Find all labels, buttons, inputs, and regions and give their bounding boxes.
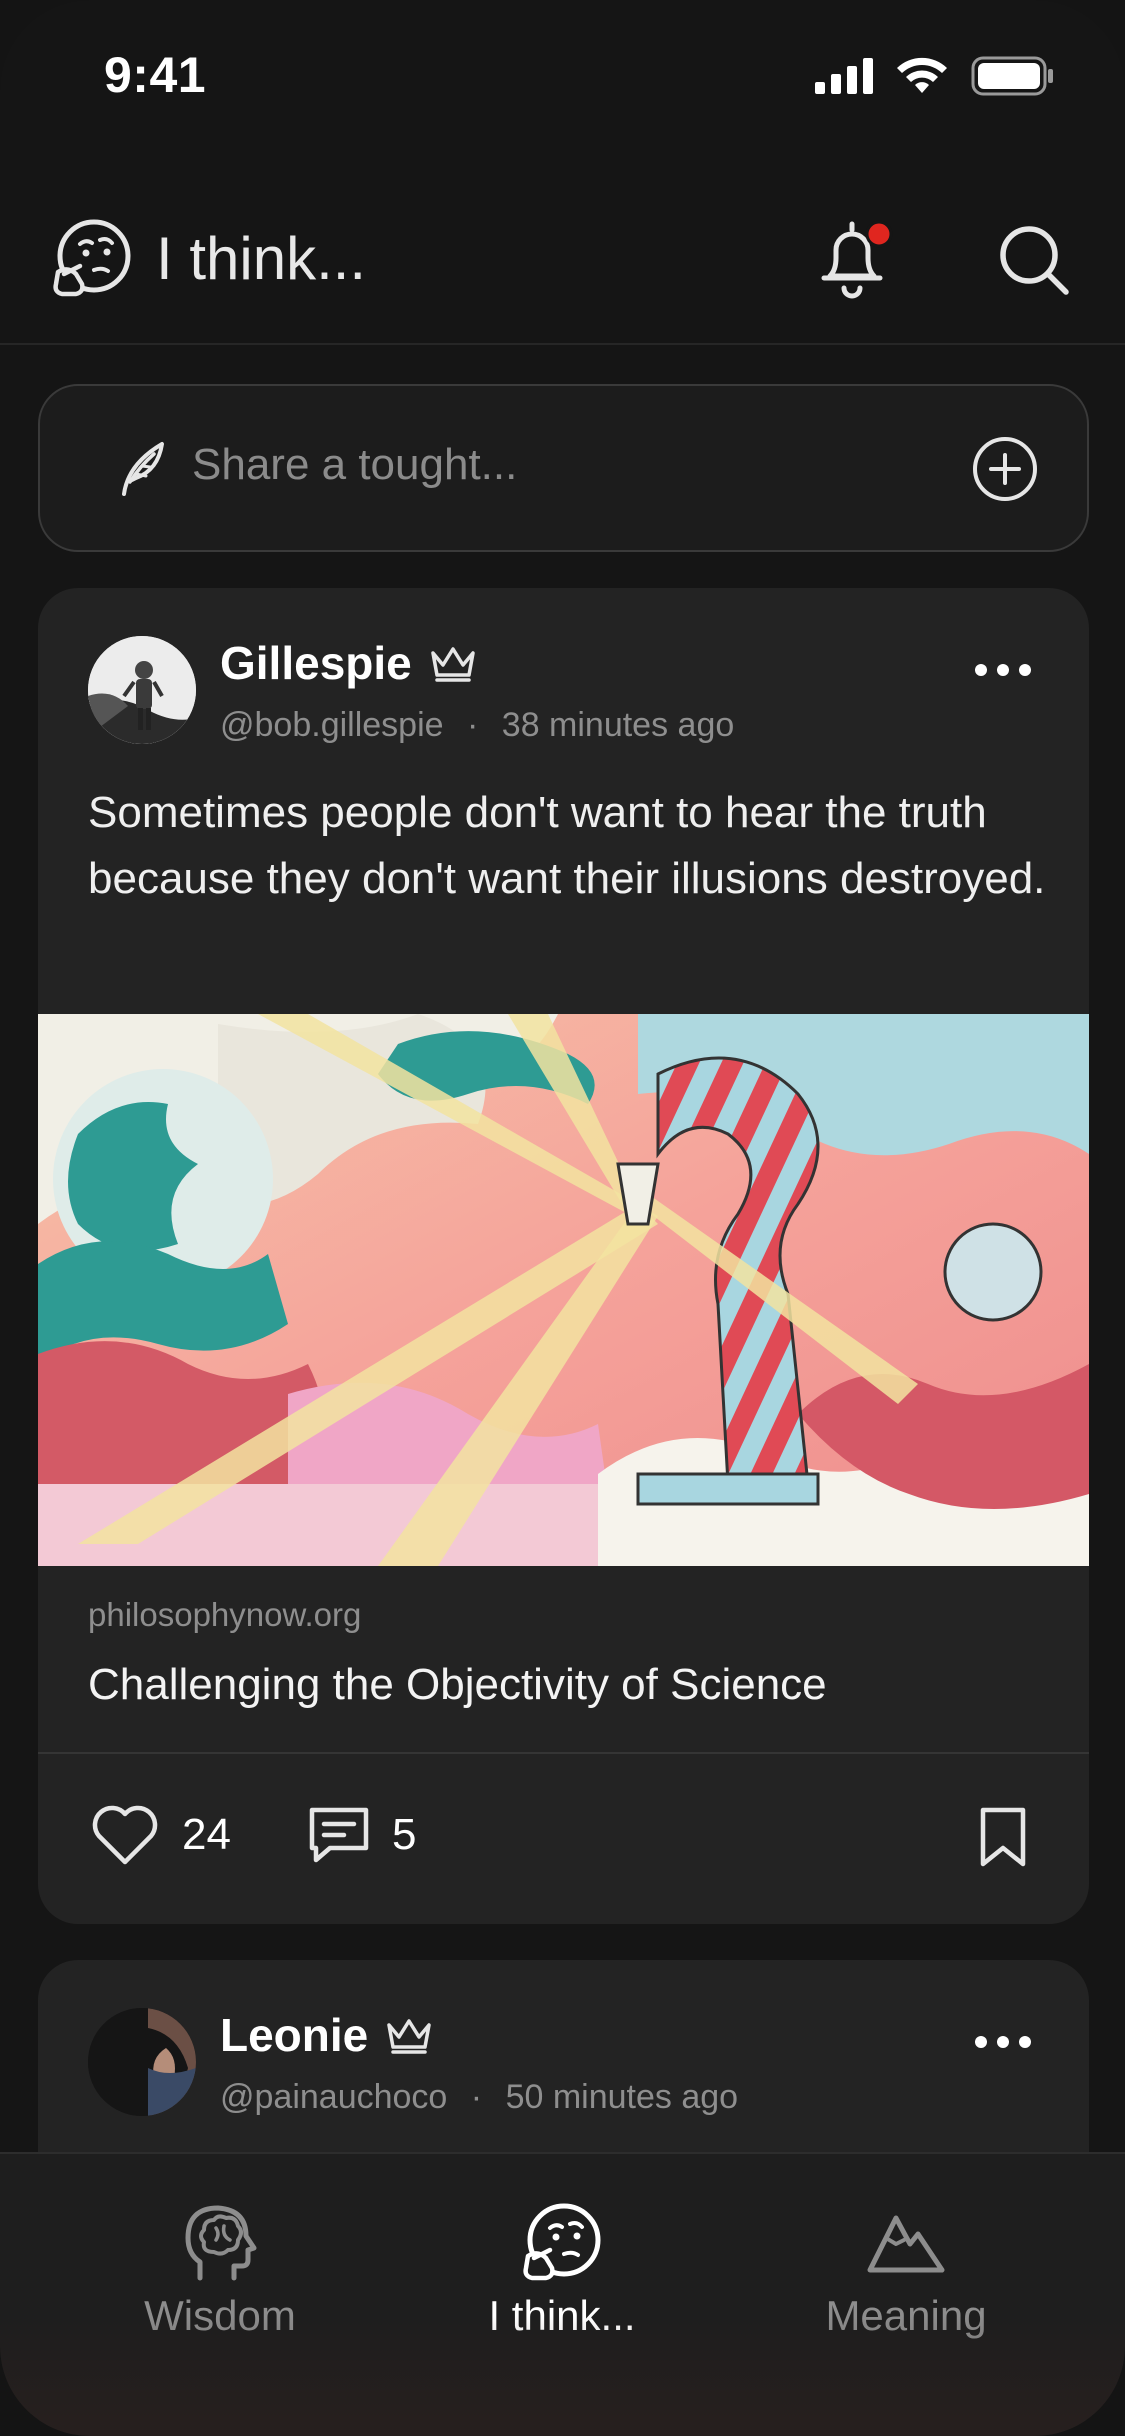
more-options-button[interactable] <box>973 2032 1033 2052</box>
status-icons <box>815 56 1055 96</box>
tab-label: Meaning <box>825 2292 987 2339</box>
search-button[interactable] <box>996 222 1072 298</box>
author-name[interactable]: Gillespie <box>220 636 412 690</box>
avatar-photo <box>88 2008 196 2116</box>
post-link-image[interactable] <box>38 1014 1089 1566</box>
notifications-button[interactable] <box>816 214 896 304</box>
post-time: 50 minutes ago <box>505 2078 739 2116</box>
like-button[interactable]: 24 <box>90 1800 231 1870</box>
wifi-icon <box>897 57 947 93</box>
post-text: Sometimes people don't want to hear the … <box>88 788 1046 903</box>
heart-icon <box>92 1805 158 1865</box>
avatar[interactable] <box>88 2008 196 2116</box>
tab-label: I think... <box>488 2292 636 2339</box>
meta-separator: · <box>470 2078 483 2116</box>
tab-bar: Wisdom I think... Meaning <box>0 2152 1125 2436</box>
link-title[interactable]: Challenging the Objectivity of Science <box>88 1660 827 1710</box>
compose-placeholder: Share a tought... <box>192 440 518 489</box>
thinking-face-logo-icon <box>53 219 131 297</box>
compose-input[interactable]: Share a tought... <box>38 384 1089 552</box>
quill-icon <box>122 442 164 496</box>
search-icon <box>1000 226 1069 295</box>
meta-separator: · <box>467 706 479 744</box>
tab-label: Wisdom <box>144 2292 296 2339</box>
notification-dot <box>865 220 893 248</box>
tab-wisdom[interactable]: Wisdom <box>70 2200 370 2340</box>
bookmark-icon[interactable] <box>978 1806 1028 1868</box>
author-handle[interactable]: @painauchoco <box>220 2078 447 2116</box>
tab-meaning[interactable]: Meaning <box>756 2200 1056 2340</box>
author-handle[interactable]: @bob.gillespie <box>220 706 444 744</box>
battery-icon <box>971 56 1053 96</box>
comment-button[interactable]: 5 <box>308 1800 416 1870</box>
status-bar: 9:41 <box>0 0 1125 150</box>
crown-icon <box>387 2019 431 2054</box>
avatar[interactable] <box>88 636 196 744</box>
comment-icon <box>309 1807 369 1863</box>
thinking-face-icon <box>523 2203 601 2281</box>
status-time: 9:41 <box>104 47 207 103</box>
tab-i-think[interactable]: I think... <box>412 2200 712 2340</box>
comment-count: 5 <box>392 1810 417 1859</box>
author-meta: @painauchoco · 50 minutes ago <box>220 2078 738 2117</box>
more-dots-icon <box>975 664 1031 676</box>
app-header: I think... <box>0 200 1125 345</box>
post-card[interactable]: Gillespie @bob.gillespie · 38 minutes ag… <box>38 588 1089 1924</box>
post-time: 38 minutes ago <box>501 706 735 744</box>
brain-head-icon <box>185 2205 257 2281</box>
mountain-icon <box>867 2215 945 2273</box>
cellular-signal-icon <box>815 58 873 94</box>
plus-circle-icon <box>973 437 1037 501</box>
link-domain: philosophynow.org <box>88 1596 362 1633</box>
phone-screen: 9:41 I think... Share a tought... Gilles… <box>0 0 1125 2436</box>
avatar-photo <box>88 636 196 744</box>
app-title: I think... <box>156 225 367 292</box>
card-divider <box>38 1752 1089 1754</box>
author-name[interactable]: Leonie <box>220 2008 368 2062</box>
more-dots-icon <box>975 2036 1031 2048</box>
add-post-button[interactable] <box>972 436 1038 502</box>
illustration-image <box>38 1014 1089 1566</box>
crown-icon <box>431 647 475 682</box>
more-options-button[interactable] <box>973 660 1033 680</box>
bell-icon <box>821 220 893 299</box>
like-count: 24 <box>182 1810 231 1859</box>
author-meta: @bob.gillespie · 38 minutes ago <box>220 706 734 745</box>
